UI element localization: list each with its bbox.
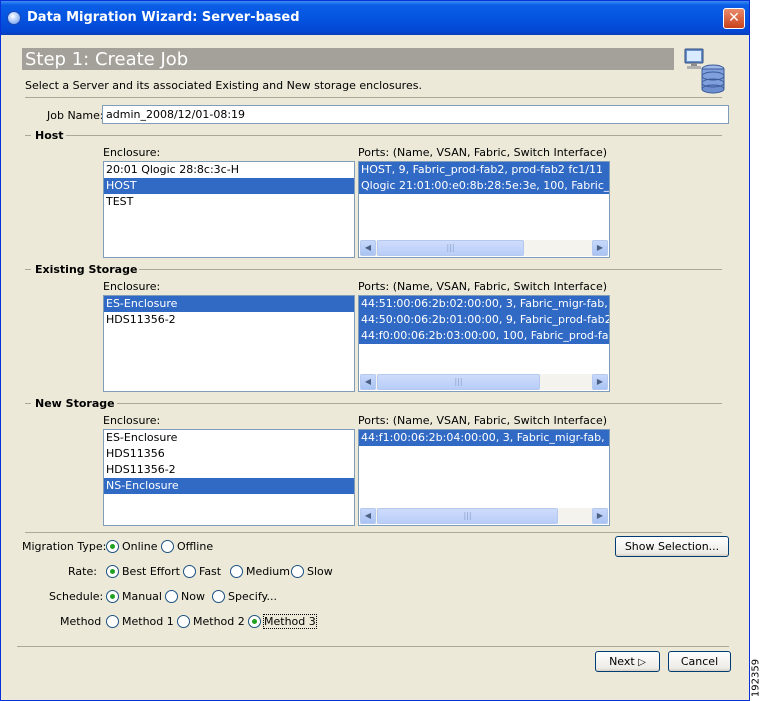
host-port-item[interactable]: Qlogic 21:01:00:e0:8b:28:5e:3e, 100, Fab… <box>359 178 609 194</box>
radio-schedule-specify[interactable] <box>212 590 225 603</box>
host-enclosure-item[interactable]: HOST <box>104 178 354 194</box>
host-enclosure-list[interactable]: 20:01 Qlogic 28:8c:3c-H HOST TEST <box>103 161 355 258</box>
new-enclosure-list[interactable]: ES-Enclosure HDS11356 HDS11356-2 NS-Enclosu… <box>103 429 355 526</box>
next-button-label: Next <box>609 655 635 668</box>
scroll-thumb[interactable]: ||| <box>377 508 558 524</box>
method-2-label[interactable]: Method 2 <box>193 615 245 628</box>
method-label: Method <box>60 615 102 628</box>
scroll-thumb[interactable]: ||| <box>377 374 540 390</box>
cursor-icon: ▷ <box>638 657 646 668</box>
scroll-thumb[interactable]: ||| <box>377 240 524 256</box>
cancel-button[interactable]: Cancel <box>668 651 731 672</box>
radio-method-1[interactable] <box>106 615 119 628</box>
window-title: Data Migration Wizard: Server-based <box>27 10 300 25</box>
rate-label: Rate: <box>68 565 97 578</box>
rate-fast-label[interactable]: Fast <box>199 565 221 578</box>
app-icon <box>7 11 21 25</box>
title-bar[interactable]: Data Migration Wizard: Server-based ✕ <box>1 1 749 35</box>
wizard-window: Data Migration Wizard: Server-based ✕ St… <box>0 0 750 701</box>
host-line-right <box>65 135 722 136</box>
existing-line-left <box>25 269 31 270</box>
radio-method-3[interactable] <box>248 615 261 628</box>
method-3-label[interactable]: Method 3 <box>263 614 317 629</box>
existing-port-item[interactable]: 44:50:00:06:2b:01:00:00, 9, Fabric_prod-… <box>359 312 609 328</box>
host-ports-scrollbar[interactable]: ◀ ||| ▶ <box>360 240 608 256</box>
rate-best-effort-label[interactable]: Best Effort <box>122 565 180 578</box>
existing-enclosure-item[interactable]: HDS11356-2 <box>104 312 354 328</box>
scroll-left-arrow-icon[interactable]: ◀ <box>360 508 376 524</box>
scroll-left-arrow-icon[interactable]: ◀ <box>360 374 376 390</box>
schedule-specify-label[interactable]: Specify... <box>228 590 277 603</box>
migration-online-label[interactable]: Online <box>122 540 157 553</box>
radio-schedule-now[interactable] <box>165 590 178 603</box>
job-name-label: Job Name: <box>47 109 104 122</box>
host-enclosure-label: Enclosure: <box>103 146 161 159</box>
scroll-left-arrow-icon[interactable]: ◀ <box>360 240 376 256</box>
migration-type-label: Migration Type: <box>22 540 107 553</box>
step-title: Step 1: Create Job <box>25 49 189 70</box>
existing-ports-label: Ports: (Name, VSAN, Fabric, Switch Inter… <box>358 280 607 293</box>
scroll-right-arrow-icon[interactable]: ▶ <box>592 374 608 390</box>
show-selection-button[interactable]: Show Selection... <box>615 536 729 557</box>
new-line-right <box>107 403 722 404</box>
new-enclosure-item[interactable]: HDS11356 <box>104 446 354 462</box>
existing-enclosure-list[interactable]: ES-Enclosure HDS11356-2 <box>103 295 355 392</box>
host-line-left <box>25 135 31 136</box>
radio-method-2[interactable] <box>177 615 190 628</box>
server-storage-icon <box>684 48 725 94</box>
host-section-title: Host <box>33 129 66 142</box>
rate-slow-label[interactable]: Slow <box>307 565 333 578</box>
host-port-item[interactable]: HOST, 9, Fabric_prod-fab2, prod-fab2 fc1… <box>359 162 609 178</box>
close-button[interactable]: ✕ <box>723 8 745 29</box>
existing-line-right <box>131 269 722 270</box>
options-separator <box>25 532 722 533</box>
radio-rate-medium[interactable] <box>230 565 243 578</box>
existing-enclosure-item[interactable]: ES-Enclosure <box>104 296 354 312</box>
migration-offline-label[interactable]: Offline <box>177 540 213 553</box>
scroll-right-arrow-icon[interactable]: ▶ <box>592 240 608 256</box>
schedule-manual-label[interactable]: Manual <box>122 590 162 603</box>
footer-separator <box>17 646 729 647</box>
rate-medium-label[interactable]: Medium <box>246 565 290 578</box>
new-ports-scrollbar[interactable]: ◀ ||| ▶ <box>360 508 608 524</box>
new-ports-label: Ports: (Name, VSAN, Fabric, Switch Inter… <box>358 414 607 427</box>
radio-rate-fast[interactable] <box>183 565 196 578</box>
step-description: Select a Server and its associated Exist… <box>25 79 422 92</box>
host-enclosure-item[interactable]: TEST <box>104 194 354 210</box>
method-1-label[interactable]: Method 1 <box>122 615 174 628</box>
job-name-input[interactable]: admin_2008/12/01-08:19 <box>102 105 729 124</box>
schedule-label: Schedule: <box>49 590 104 603</box>
schedule-now-label[interactable]: Now <box>181 590 205 603</box>
new-enclosure-item[interactable]: HDS11356-2 <box>104 462 354 478</box>
new-enclosure-item[interactable]: NS-Enclosure <box>104 478 354 494</box>
host-enclosure-item[interactable]: 20:01 Qlogic 28:8c:3c-H <box>104 162 354 178</box>
new-enclosure-item[interactable]: ES-Enclosure <box>104 430 354 446</box>
existing-port-item[interactable]: 44:51:00:06:2b:02:00:00, 3, Fabric_migr-… <box>359 296 609 312</box>
new-line-left <box>25 403 31 404</box>
radio-migration-online[interactable] <box>106 540 119 553</box>
new-port-item[interactable]: 44:f1:00:06:2b:04:00:00, 3, Fabric_migr-… <box>359 430 609 446</box>
wizard-content: Step 1: Create Job Select a Server and i… <box>5 35 747 699</box>
radio-rate-best-effort[interactable] <box>106 565 119 578</box>
existing-ports-list[interactable]: 44:51:00:06:2b:02:00:00, 3, Fabric_migr-… <box>358 295 610 392</box>
radio-rate-slow[interactable] <box>291 565 304 578</box>
existing-storage-section-title: Existing Storage <box>33 263 140 276</box>
radio-migration-offline[interactable] <box>161 540 174 553</box>
radio-schedule-manual[interactable] <box>106 590 119 603</box>
existing-enclosure-label: Enclosure: <box>103 280 161 293</box>
existing-port-item[interactable]: 44:f0:00:06:2b:03:00:00, 100, Fabric_pro… <box>359 328 609 344</box>
new-enclosure-label: Enclosure: <box>103 414 161 427</box>
host-ports-list[interactable]: HOST, 9, Fabric_prod-fab2, prod-fab2 fc1… <box>358 161 610 258</box>
host-ports-label: Ports: (Name, VSAN, Fabric, Switch Inter… <box>358 146 607 159</box>
figure-number: 192359 <box>750 658 762 698</box>
new-storage-section-title: New Storage <box>33 397 117 410</box>
existing-ports-scrollbar[interactable]: ◀ ||| ▶ <box>360 374 608 390</box>
header-separator <box>25 97 722 98</box>
next-button[interactable]: Next ▷ <box>595 651 660 672</box>
scroll-right-arrow-icon[interactable]: ▶ <box>592 508 608 524</box>
new-ports-list[interactable]: 44:f1:00:06:2b:04:00:00, 3, Fabric_migr-… <box>358 429 610 526</box>
